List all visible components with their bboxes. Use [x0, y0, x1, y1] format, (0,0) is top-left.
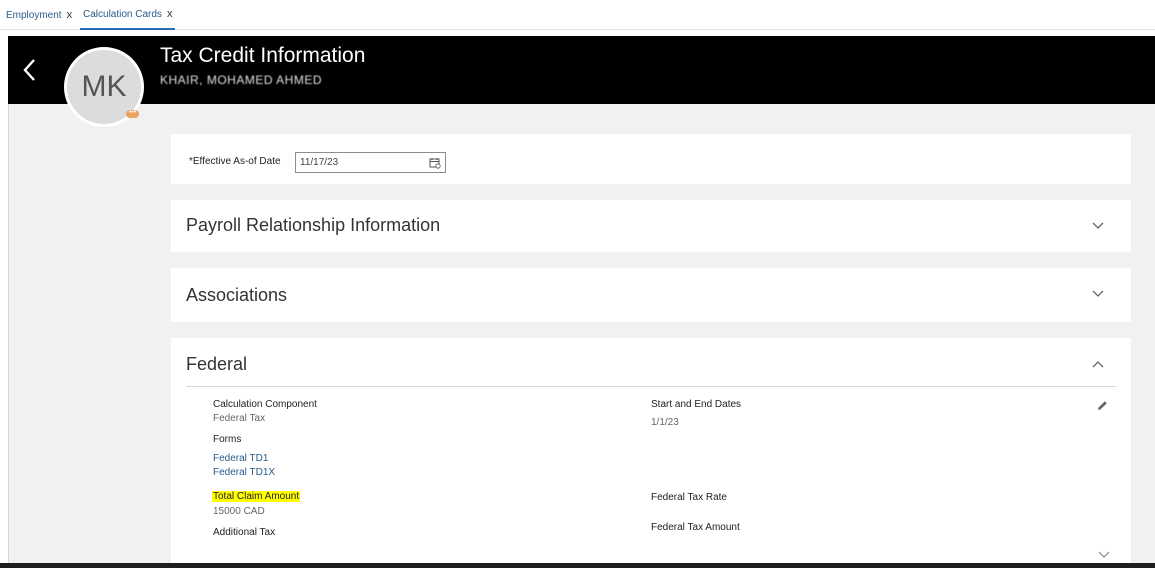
payroll-relationship-title: Payroll Relationship Information: [186, 215, 441, 235]
federal-section: Federal Calculation Component Federal Ta…: [171, 338, 1131, 563]
tab-calculation-cards[interactable]: Calculation Cards x: [80, 0, 176, 30]
start-end-dates-value: 1/1/23: [651, 417, 679, 428]
effective-date-input[interactable]: 11/17/23: [295, 152, 446, 173]
payroll-relationship-section[interactable]: Payroll Relationship Information: [171, 200, 1131, 252]
pencil-edit-icon[interactable]: [1096, 399, 1109, 412]
bottom-bar: [0, 563, 1155, 568]
calculation-component-label: Calculation Component: [213, 399, 317, 410]
chevron-down-icon[interactable]: [1091, 289, 1105, 299]
page-title: Tax Credit Information: [160, 44, 366, 67]
chevron-down-icon[interactable]: [1091, 221, 1105, 231]
forms-label: Forms: [213, 434, 242, 445]
tab-calculation-cards-close-icon[interactable]: x: [167, 8, 173, 20]
additional-tax-label: Additional Tax: [213, 527, 276, 538]
tab-calculation-cards-label: Calculation Cards: [83, 8, 162, 20]
federal-title: Federal: [186, 354, 248, 374]
effective-date-label: *Effective As-of Date: [189, 156, 281, 167]
total-claim-amount-label: Total Claim Amount: [212, 491, 301, 502]
form-link-td1x[interactable]: Federal TD1X: [213, 467, 275, 478]
start-end-dates-label: Start and End Dates: [651, 399, 742, 410]
tab-bar: Employment x Calculation Cards x: [0, 0, 1155, 30]
chevron-down-icon[interactable]: [1097, 550, 1111, 560]
federal-tax-amount-label: Federal Tax Amount: [651, 522, 740, 533]
tab-employment-label: Employment: [6, 9, 62, 21]
tab-employment[interactable]: Employment x: [6, 0, 72, 30]
avatar-initials: MK: [81, 70, 127, 103]
associations-section[interactable]: Associations: [171, 268, 1131, 322]
tab-employment-close-icon[interactable]: x: [67, 9, 73, 21]
avatar-more-badge[interactable]: •••: [126, 109, 139, 118]
calendar-icon[interactable]: [429, 157, 441, 169]
form-link-td1[interactable]: Federal TD1: [213, 453, 268, 464]
effective-date-value: 11/17/23: [300, 157, 339, 168]
associations-title: Associations: [186, 285, 288, 305]
chevron-up-icon[interactable]: [1091, 359, 1105, 369]
total-claim-amount-value: 15000 CAD: [213, 506, 265, 517]
back-chevron-icon[interactable]: [22, 56, 38, 84]
person-name: KHAIR, MOHAMED AHMED: [160, 73, 323, 87]
section-divider: [186, 386, 1116, 387]
effective-date-card: *Effective As-of Date 11/17/23: [171, 134, 1131, 184]
federal-tax-rate-label: Federal Tax Rate: [651, 492, 727, 503]
calculation-component-value: Federal Tax: [213, 413, 266, 424]
